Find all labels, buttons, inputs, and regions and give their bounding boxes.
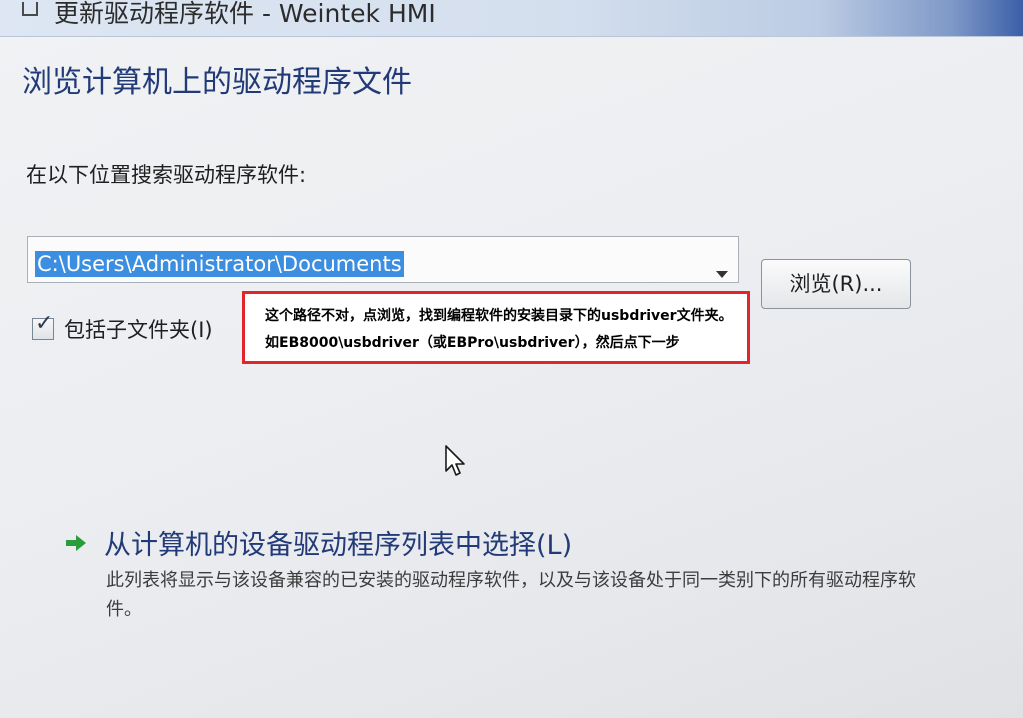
pick-from-list-description: 此列表将显示与该设备兼容的已安装的驱动程序软件，以及与该设备处于同一类别下的所有… <box>106 570 916 620</box>
annotation-line-2: 如EB8000\usbdriver（或EBPro\usbdriver），然后点下… <box>265 335 680 351</box>
path-input-value[interactable]: C:\Users\Administrator\Documents <box>35 251 404 277</box>
green-arrow-icon[interactable] <box>64 533 88 553</box>
include-subfolders-checkbox[interactable]: ✓ <box>32 311 54 340</box>
browse-button[interactable]: 浏览(R)... <box>761 259 911 309</box>
annotation-line-1: 这个路径不对，点浏览，找到编程软件的安装目录下的usbdriver文件夹。 <box>265 308 733 324</box>
chevron-down-icon[interactable] <box>716 271 728 278</box>
check-icon: ✓ <box>35 311 54 336</box>
window-title: 更新驱动程序软件 - Weintek HMI <box>54 0 436 28</box>
mouse-cursor-icon <box>445 445 465 476</box>
title-bar: 更新驱动程序软件 - Weintek HMI <box>0 0 1023 37</box>
pick-from-list-link[interactable]: 从计算机的设备驱动程序列表中选择(L) <box>104 523 572 562</box>
search-location-label: 在以下位置搜索驱动程序软件: <box>26 163 307 187</box>
annotation-callout: 这个路径不对，点浏览，找到编程软件的安装目录下的usbdriver文件夹。 如E… <box>242 291 750 364</box>
window-icon <box>22 2 38 16</box>
page-title: 浏览计算机上的驱动程序文件 <box>22 65 412 100</box>
path-combobox[interactable]: C:\Users\Administrator\Documents <box>27 236 739 283</box>
include-subfolders-label[interactable]: 包括子文件夹(I) <box>64 314 213 344</box>
